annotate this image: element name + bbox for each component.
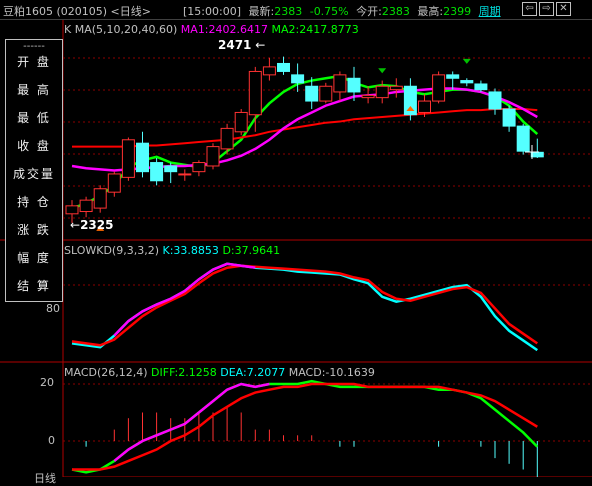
candle-body <box>488 91 502 110</box>
stoch-k-value: K:33.8853 <box>162 244 219 257</box>
candle-body <box>333 74 347 93</box>
macd-dea-line <box>72 382 538 471</box>
candle-body <box>389 85 403 91</box>
macd-diff-line <box>71 379 539 474</box>
candle-body <box>93 188 107 209</box>
panel-row-high: 最 高 <box>17 83 51 97</box>
candle-body <box>262 66 276 76</box>
panel-row-open: 开 盘 <box>17 55 51 69</box>
panel-dashes: ------ <box>23 41 45 52</box>
candle-body <box>460 80 474 84</box>
candle-body <box>319 85 333 102</box>
candle-body <box>220 127 234 150</box>
moving-averages <box>71 74 539 210</box>
period-label: 日线 <box>34 472 56 485</box>
stoch-axis-label: 80 <box>46 302 60 315</box>
candle-body <box>107 173 121 193</box>
stoch-header: SLOWKD(9,3,3,2) K:33.8853 D:37.9641 <box>64 244 280 257</box>
macd-diff-value: DIFF:2.1258 <box>151 366 217 379</box>
macd-lines <box>71 379 539 474</box>
candle-body <box>502 108 516 127</box>
panel-row-change: 涨 跌 <box>17 223 51 237</box>
candle-body <box>178 173 192 176</box>
macd-dea-value: DEA:7.2077 <box>220 366 286 379</box>
kline-header: K MA(5,10,20,40,60) MA1:2402.6417 MA2:24… <box>64 23 359 36</box>
panel-row-settle: 结 算 <box>17 279 51 293</box>
stoch-k-up-line <box>113 262 256 337</box>
macd-tick-0: 0 <box>48 434 55 447</box>
candle-body <box>192 162 206 173</box>
stoch-title: SLOWKD(9,3,3,2) <box>64 244 160 257</box>
candle-body <box>375 85 389 99</box>
stoch-lines <box>71 262 539 352</box>
candle-body <box>516 125 530 152</box>
candle-body <box>206 146 220 167</box>
candle-body <box>418 100 431 113</box>
candle-body <box>136 142 149 173</box>
ma1-value: MA1:2402.6417 <box>180 23 269 36</box>
candle-body <box>432 74 446 102</box>
macd-title: MACD(26,12,4) <box>64 366 148 379</box>
panel-row-close: 收 盘 <box>17 139 51 153</box>
candle-body <box>474 83 488 91</box>
ma-line-MA1 <box>71 74 539 210</box>
stoch-k-line <box>71 262 539 352</box>
candle-body <box>79 199 93 213</box>
panel-row-position: 持 仓 <box>17 195 51 209</box>
sell-arrow-icon <box>378 68 387 74</box>
panel-row-pct: 幅 度 <box>17 251 51 265</box>
sell-arrow-icon <box>462 58 471 64</box>
candle-body <box>291 74 305 84</box>
candle-body <box>347 77 361 93</box>
chart-canvas[interactable] <box>0 0 592 477</box>
stoch-d-line <box>71 264 539 347</box>
candle-body <box>164 165 178 173</box>
high-marker-label: 2471 ← <box>218 38 266 52</box>
candle-body <box>248 70 262 116</box>
candle-body <box>65 205 79 215</box>
high-marker-value: 2471 <box>218 38 252 52</box>
candle-body <box>446 74 460 79</box>
macd-value: MACD:-10.1639 <box>288 366 375 379</box>
stoch-d-value: D:37.9641 <box>222 244 281 257</box>
candle-body <box>530 151 544 158</box>
data-window-panel: ------ 开 盘 最 高 最 低 收 盘 成交量 持 仓 涨 跌 幅 度 结… <box>5 39 63 302</box>
candle-body <box>305 85 319 102</box>
candle-body <box>277 62 290 72</box>
kline-title: K MA(5,10,20,40,60) <box>64 23 178 36</box>
candle-body <box>121 139 135 178</box>
macd-header: MACD(26,12,4) DIFF:2.1258 DEA:7.2077 MAC… <box>64 366 375 379</box>
candle-body <box>234 111 248 133</box>
low-marker-label: ←2325 <box>70 218 114 232</box>
low-marker-value: 2325 <box>80 218 114 232</box>
panel-row-low: 最 低 <box>17 111 51 125</box>
candle-body <box>150 162 164 182</box>
macd-tick-20: 20 <box>40 376 54 389</box>
panel-row-volume: 成交量 <box>12 167 55 181</box>
ma2-value: MA2:2417.8773 <box>271 23 359 36</box>
candle-body <box>361 94 375 99</box>
